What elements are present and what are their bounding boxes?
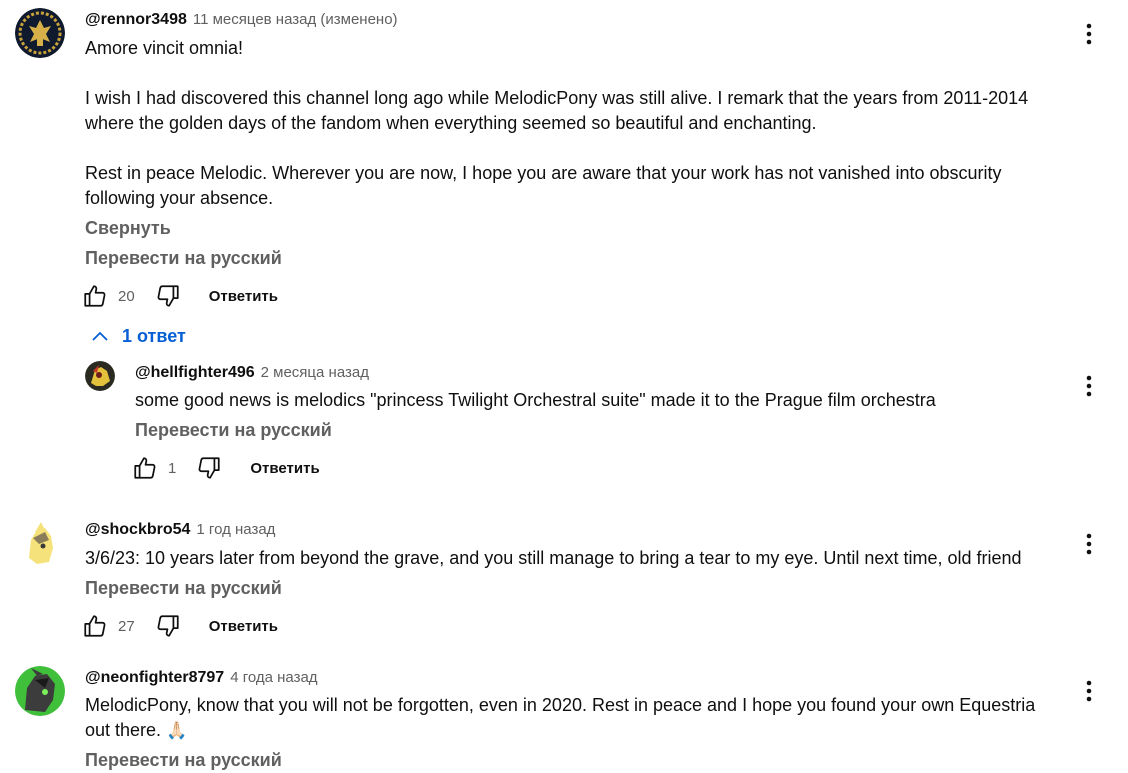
author-name[interactable]: @rennor3498 [85, 11, 187, 28]
comment-actions: 27 Ответить [80, 611, 278, 641]
comment-paragraph: Rest in peace Melodic. Wherever you are … [85, 163, 1002, 208]
comment-body: MelodicPony, know that you will not be f… [85, 695, 1036, 740]
avatar[interactable] [85, 361, 115, 391]
more-vertical-icon[interactable] [1077, 676, 1101, 706]
thumbs-down-icon[interactable] [194, 453, 224, 483]
replies-toggle[interactable]: 1 ответ [90, 326, 186, 347]
comment-header: @neonfighter8797 4 года назад [85, 668, 318, 688]
comment-paragraph: I wish I had discovered this channel lon… [85, 88, 1029, 133]
avatar[interactable] [15, 8, 65, 58]
reply-header: @hellfighter496 2 месяца назад [135, 363, 369, 383]
like-count: 20 [118, 287, 135, 305]
translate-link[interactable]: Перевести на русский [85, 576, 282, 601]
comment-time[interactable]: 4 года назад [230, 669, 317, 686]
like-count: 27 [118, 617, 135, 635]
reply-button[interactable]: Ответить [250, 460, 319, 477]
author-name[interactable]: @neonfighter8797 [85, 669, 224, 686]
comment-header: @shockbro54 1 год назад [85, 520, 275, 540]
comment-time[interactable]: 11 месяцев назад (изменено) [193, 11, 398, 28]
translate-link[interactable]: Перевести на русский [85, 246, 282, 271]
replies-count-label: 1 ответ [122, 326, 186, 346]
collapse-link[interactable]: Свернуть [85, 216, 171, 241]
comment-text: Amore vincit omnia! I wish I had discove… [85, 36, 1065, 211]
emoji: 🙏🏻 [166, 721, 188, 740]
author-name[interactable]: @shockbro54 [85, 521, 190, 538]
comment-text: MelodicPony, know that you will not be f… [85, 693, 1065, 743]
thumbs-down-icon[interactable] [153, 281, 183, 311]
thumbs-up-icon[interactable] [80, 611, 110, 641]
reply-button[interactable]: Ответить [209, 288, 278, 305]
chevron-up-icon [92, 331, 108, 341]
comment-header: @rennor3498 11 месяцев назад (изменено) [85, 10, 398, 30]
comment-time[interactable]: 2 месяца назад [261, 364, 369, 381]
like-count: 1 [168, 459, 177, 477]
reply-actions: 1 Ответить [130, 453, 320, 483]
more-vertical-icon[interactable] [1077, 19, 1101, 49]
comment-text: 3/6/23: 10 years later from beyond the g… [85, 548, 1022, 568]
thumbs-up-icon[interactable] [130, 453, 160, 483]
more-vertical-icon[interactable] [1077, 371, 1101, 401]
comment-time[interactable]: 1 год назад [196, 521, 275, 538]
more-vertical-icon[interactable] [1077, 529, 1101, 559]
thumbs-down-icon[interactable] [153, 611, 183, 641]
reply-text: some good news is melodics "princess Twi… [135, 390, 936, 410]
reply-button[interactable]: Ответить [209, 618, 278, 635]
avatar[interactable] [15, 666, 65, 716]
thumbs-up-icon[interactable] [80, 281, 110, 311]
comment-paragraph: Amore vincit omnia! [85, 38, 244, 58]
translate-link[interactable]: Перевести на русский [135, 418, 332, 443]
avatar[interactable] [15, 518, 65, 568]
comment-actions: 20 Ответить [80, 281, 278, 311]
translate-link[interactable]: Перевести на русский [85, 748, 282, 773]
author-name[interactable]: @hellfighter496 [135, 364, 255, 381]
